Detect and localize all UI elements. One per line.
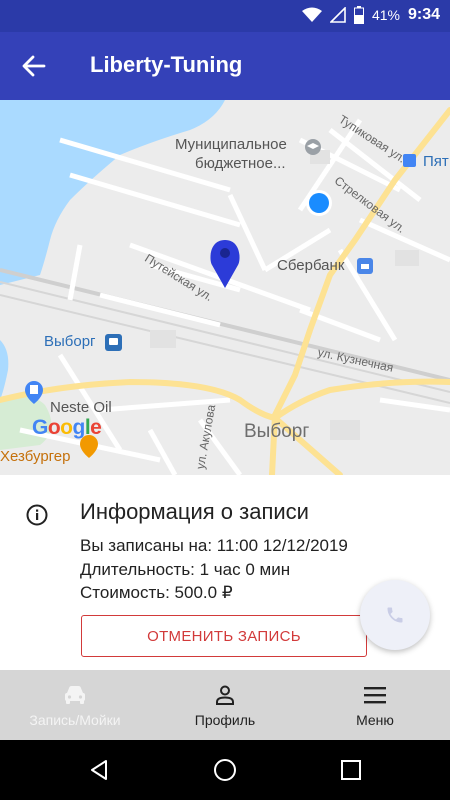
home-nav-icon[interactable] — [213, 758, 237, 782]
nav-label-booking: Запись/Мойки — [29, 712, 121, 728]
poi-label-bank: Сбербанк — [277, 257, 345, 274]
app-bar: Liberty-Tuning — [0, 32, 450, 100]
poi-label-school-line2: бюджетное... — [195, 155, 286, 172]
poi-label-school-line1: Муниципальное — [175, 136, 287, 153]
current-location-dot — [306, 190, 332, 216]
booking-price: Стоимость: 500.0 ₽ — [80, 583, 233, 602]
bottom-navigation: Запись/Мойки Профиль Меню — [0, 670, 450, 740]
menu-icon — [363, 682, 387, 708]
battery-percent: 41% — [371, 7, 400, 23]
bank-icon — [357, 258, 373, 274]
nav-item-booking[interactable]: Запись/Мойки — [0, 670, 150, 740]
back-nav-icon[interactable] — [87, 758, 111, 782]
info-icon — [26, 504, 48, 526]
booking-time: Вы записаны на: 11:00 12/12/2019 — [80, 536, 348, 555]
person-icon — [213, 682, 237, 708]
cancel-booking-button[interactable]: ОТМЕНИТЬ ЗАПИСЬ — [81, 615, 367, 657]
call-button[interactable] — [360, 580, 430, 650]
city-label: Выборг — [244, 421, 310, 442]
signal-icon — [329, 7, 346, 23]
clock: 9:34 — [407, 6, 440, 23]
battery-icon — [353, 6, 364, 24]
phone-icon — [387, 607, 403, 623]
booking-heading: Информация о записи — [80, 499, 309, 524]
nav-item-menu[interactable]: Меню — [300, 670, 450, 740]
poi-label-restaurant: Хезбургер — [0, 448, 71, 465]
back-arrow-icon[interactable] — [20, 52, 48, 80]
google-logo: Google — [32, 416, 102, 439]
system-navigation-bar — [0, 740, 450, 800]
status-bar: 41% 9:34 — [0, 0, 450, 32]
car-icon — [62, 682, 88, 708]
map-view[interactable]: Тупиковая ул. Муниципальное бюджетное...… — [0, 100, 450, 475]
nav-label-profile: Профиль — [194, 712, 256, 728]
poi-label-station: Выборг — [44, 333, 96, 350]
nav-item-profile[interactable]: Профиль — [150, 670, 300, 740]
status-icons: 41% 9:34 — [301, 6, 440, 24]
booking-duration: Длительность: 1 час 0 мин — [80, 560, 291, 579]
wifi-icon — [301, 7, 322, 22]
poi-label-shop: Пят — [423, 153, 449, 170]
school-icon — [305, 139, 321, 155]
train-station-icon — [105, 334, 122, 351]
nav-label-menu: Меню — [356, 712, 394, 728]
poi-label-fuel: Neste Oil — [50, 399, 112, 416]
page-title: Liberty-Tuning — [90, 52, 243, 77]
recents-nav-icon[interactable] — [339, 758, 363, 782]
